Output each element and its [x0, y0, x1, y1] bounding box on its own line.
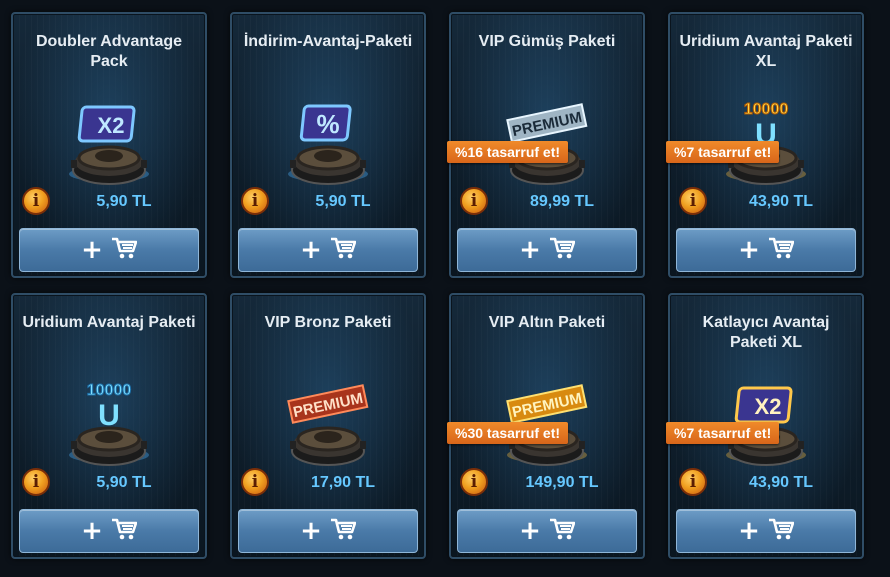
svg-text:%: %: [316, 109, 339, 139]
plus-icon: +: [738, 516, 760, 546]
cart-icon: [768, 517, 795, 546]
product-card: VIP Altın Paketi PREMIUM %30 tasarruf et…: [447, 293, 645, 559]
plus-icon: +: [300, 516, 322, 546]
price-label: 5,90 TL: [96, 193, 152, 210]
price-label: 149,90 TL: [525, 474, 599, 491]
discount-badge: %7 tasarruf et!: [666, 422, 780, 444]
info-icon[interactable]: i: [22, 187, 50, 215]
add-to-cart-button[interactable]: +: [457, 228, 637, 272]
svg-text:10000: 10000: [87, 382, 132, 399]
cart-icon: [330, 236, 357, 265]
add-to-cart-button[interactable]: +: [238, 509, 418, 553]
price-label: 5,90 TL: [315, 193, 371, 210]
svg-text:X2: X2: [755, 394, 782, 419]
price-label: 43,90 TL: [748, 474, 814, 491]
cart-icon: [549, 517, 576, 546]
cart-icon: [768, 236, 795, 265]
cart-icon: [111, 236, 138, 265]
product-title: Katlayıcı Avantaj Paketi XL: [702, 314, 830, 351]
plus-icon: +: [519, 235, 541, 265]
premium-bronze-icon: PREMIUM: [287, 384, 369, 466]
uridium-gold-icon: 10000 U: [726, 101, 806, 185]
product-title: VIP Altın Paketi: [488, 314, 606, 331]
product-title: Doubler Advantage Pack: [35, 33, 183, 70]
discount-badge: %16 tasarruf et!: [447, 141, 569, 163]
add-to-cart-button[interactable]: +: [238, 228, 418, 272]
cart-icon: [111, 517, 138, 546]
add-to-cart-button[interactable]: +: [457, 509, 637, 553]
premium-gold-icon: PREMIUM: [506, 384, 588, 466]
product-title: VIP Gümüş Paketi: [478, 33, 616, 50]
cart-icon: [330, 517, 357, 546]
plus-icon: +: [519, 516, 541, 546]
product-card: Uridium Avantaj Paketi XL 10000 U %7 tas…: [666, 12, 864, 278]
cart-icon: [549, 236, 576, 265]
info-icon[interactable]: i: [679, 468, 707, 496]
percent-icon: %: [288, 104, 368, 185]
svg-text:X2: X2: [98, 113, 125, 138]
plus-icon: +: [81, 235, 103, 265]
product-card: İndirim-Avantaj-Paketi % i 5,90 TL +: [230, 12, 426, 278]
svg-text:10000: 10000: [744, 101, 789, 118]
add-to-cart-button[interactable]: +: [676, 228, 856, 272]
product-card: VIP Bronz Paketi PREMIUM i 17,90 TL +: [230, 293, 426, 559]
plus-icon: +: [81, 516, 103, 546]
svg-text:U: U: [98, 399, 120, 432]
product-image: PREMIUM: [232, 373, 424, 473]
info-icon[interactable]: i: [460, 187, 488, 215]
product-title: İndirim-Avantaj-Paketi: [243, 33, 413, 50]
info-icon[interactable]: i: [679, 187, 707, 215]
discount-badge: %30 tasarruf et!: [447, 422, 569, 444]
add-to-cart-button[interactable]: +: [19, 228, 199, 272]
product-card: Katlayıcı Avantaj Paketi XL X2 %7 tasarr…: [666, 293, 864, 559]
info-icon[interactable]: i: [241, 187, 269, 215]
plus-icon: +: [738, 235, 760, 265]
product-title: VIP Bronz Paketi: [264, 314, 392, 331]
price-label: 17,90 TL: [310, 474, 376, 491]
product-image: 10000 U: [13, 373, 205, 473]
plus-icon: +: [300, 235, 322, 265]
product-card: Uridium Avantaj Paketi 10000 U i 5,90 TL…: [11, 293, 207, 559]
discount-badge: %7 tasarruf et!: [666, 141, 780, 163]
product-image: %: [232, 92, 424, 192]
product-image: X2: [13, 92, 205, 192]
x2-gold-icon: X2: [726, 386, 806, 466]
x2-blue-icon: X2: [69, 105, 149, 185]
info-icon[interactable]: i: [22, 468, 50, 496]
price-label: 89,99 TL: [529, 193, 595, 210]
product-card: VIP Gümüş Paketi PREMIUM %16 tasarruf et…: [447, 12, 645, 278]
product-title: Uridium Avantaj Paketi: [22, 314, 196, 331]
add-to-cart-button[interactable]: +: [676, 509, 856, 553]
info-icon[interactable]: i: [241, 468, 269, 496]
product-title: Uridium Avantaj Paketi XL: [679, 33, 853, 70]
price-label: 43,90 TL: [748, 193, 814, 210]
price-label: 5,90 TL: [96, 474, 152, 491]
premium-silver-icon: PREMIUM: [506, 103, 588, 185]
uridium-blue-icon: 10000 U: [69, 382, 149, 466]
add-to-cart-button[interactable]: +: [19, 509, 199, 553]
product-card: Doubler Advantage Pack X2 i 5,90 TL +: [11, 12, 207, 278]
info-icon[interactable]: i: [460, 468, 488, 496]
